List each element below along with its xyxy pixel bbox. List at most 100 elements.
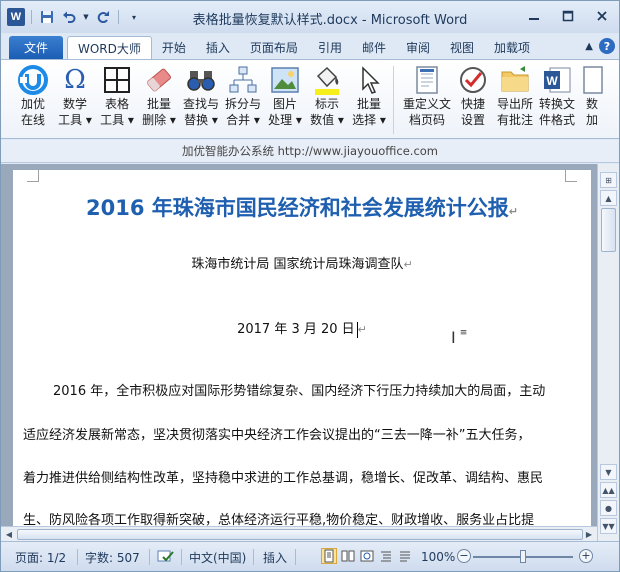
ribbon-label: 档页码 — [408, 113, 445, 127]
ribbon-label: 批量 — [146, 97, 171, 111]
checkmark-gauge-icon — [456, 64, 490, 96]
language-indicator[interactable]: 中文(中国) — [189, 548, 246, 566]
ribbon-tab-row: 文件 WORD大师 开始 插入 页面布局 引用 邮件 审阅 视图 加载项 ▲ ? — [1, 33, 619, 59]
ribbon-label: 数学 — [62, 97, 87, 111]
title-bar: W ▼ ▾ 表格批量恢复默认样式.docx - Microsoft Word — [1, 1, 619, 33]
export-comments-button[interactable]: 导出所 有批注 — [493, 64, 537, 138]
browse-object-icon[interactable]: ● — [600, 500, 617, 516]
tab-file[interactable]: 文件 — [9, 36, 63, 59]
insert-mode-indicator[interactable]: 插入 — [263, 548, 287, 566]
print-layout-view-icon[interactable] — [321, 548, 337, 564]
ribbon-label: 导出所 — [496, 97, 533, 111]
margin-corner-mark — [27, 170, 39, 182]
document-area[interactable]: 2016 年珠海市国民经济和社会发展统计公报↵ 珠海市统计局 国家统计局珠海调查… — [1, 164, 597, 541]
horizontal-scroll-thumb[interactable] — [17, 529, 583, 540]
document-page[interactable]: 2016 年珠海市国民经济和社会发展统计公报↵ 珠海市统计局 国家统计局珠海调查… — [13, 170, 591, 541]
ribbon-label: 设置 — [460, 113, 485, 127]
scroll-right-icon[interactable]: ▶ — [582, 528, 596, 541]
maximize-button[interactable] — [557, 7, 579, 25]
ribbon-label: 重定义文 — [402, 97, 451, 111]
cursor-arrow-icon — [352, 64, 386, 96]
paragraph-line: 2016 年，全市积极应对国际形势错综复杂、国内经济下行压力持续加大的局面，主动 — [53, 384, 546, 399]
image-process-button[interactable]: 图片 处理 ▾ — [263, 64, 307, 138]
full-screen-reading-view-icon[interactable] — [340, 548, 356, 564]
ribbon-label: 表格 — [104, 97, 129, 111]
ribbon-label: 数 — [585, 97, 598, 111]
page-count[interactable]: 页面: 1/2 — [15, 548, 66, 566]
convert-format-button[interactable]: W 转换文 件格式 — [535, 64, 579, 138]
promo-bar[interactable]: 加优智能办公系统 http://www.jiayouoffice.com — [1, 140, 619, 163]
scroll-left-icon[interactable]: ◀ — [2, 528, 16, 541]
document-title: 2016 年珠海市国民经济和社会发展统计公报↵ — [13, 192, 591, 222]
scroll-thumb[interactable] — [601, 208, 616, 252]
paragraph-mark: ↵ — [403, 258, 413, 271]
word-count[interactable]: 字数: 507 — [85, 548, 140, 566]
math-tools-button[interactable]: Ω 数学 工具 ▾ — [53, 64, 97, 138]
paragraph-line: 着力推进供给侧结构性改革，坚持稳中求进的工作总基调，稳增长、促改革、调结构、惠民 — [23, 471, 544, 486]
status-separator — [77, 549, 78, 565]
draft-view-icon[interactable] — [397, 548, 413, 564]
tab-home[interactable]: 开始 — [152, 36, 196, 59]
previous-page-icon[interactable]: ▲▲ — [600, 482, 617, 498]
split-merge-button[interactable]: 拆分与 合并 ▾ — [221, 64, 265, 138]
tab-view[interactable]: 视图 — [440, 36, 484, 59]
scroll-up-icon[interactable]: ▲ — [600, 190, 617, 206]
paint-bucket-icon — [310, 64, 344, 96]
minimize-button[interactable] — [523, 7, 545, 25]
ribbon-controls: ▲ ? — [585, 38, 615, 54]
picture-icon — [268, 64, 302, 96]
ribbon-label: 件格式 — [538, 113, 575, 127]
tab-references[interactable]: 引用 — [308, 36, 352, 59]
ruler-toggle-icon[interactable]: ⊞ — [600, 172, 617, 188]
tab-insert[interactable]: 插入 — [196, 36, 240, 59]
ribbon-label: 图片 — [272, 97, 297, 111]
status-separator — [149, 549, 150, 565]
find-replace-button[interactable]: 查找与 替换 ▾ — [179, 64, 223, 138]
ribbon-label: 批量 — [356, 97, 381, 111]
partial-ribbon-button[interactable]: 数 加 — [579, 64, 605, 138]
jiayou-online-button[interactable]: 加优 在线 — [11, 64, 55, 138]
document-author-text: 珠海市统计局 国家统计局珠海调查队 — [191, 257, 404, 272]
vertical-scrollbar[interactable]: ⊞ ▲ ▼ ▲▲ ● ▼▼ — [597, 164, 619, 541]
zoom-level[interactable]: 100% — [421, 548, 455, 566]
redefine-page-number-button[interactable]: 重定义文 档页码 — [401, 64, 453, 138]
ribbon-label: 快捷 — [460, 97, 485, 111]
ribbon-separator — [393, 66, 394, 134]
zoom-in-icon[interactable]: + — [579, 549, 593, 563]
document-icon — [410, 64, 444, 96]
quick-settings-button[interactable]: 快捷 设置 — [451, 64, 495, 138]
ibeam-cursor-icon: I ≡ — [451, 328, 468, 347]
paragraph-mark: ↵ — [357, 323, 367, 336]
paragraph-line: 适应经济发展新常态，坚决贯彻落实中央经济工作会议提出的“三去一降一补”五大任务， — [23, 428, 531, 443]
tab-word-master[interactable]: WORD大师 — [67, 36, 152, 59]
word-document-icon: W — [540, 64, 574, 96]
binoculars-icon — [184, 64, 218, 96]
paragraph-mark: ↵ — [508, 205, 518, 218]
margin-corner-mark — [565, 170, 577, 182]
web-layout-view-icon[interactable] — [359, 548, 375, 564]
jiayou-logo-icon — [16, 64, 50, 96]
document-title-text: 2016 年珠海市国民经济和社会发展统计公报 — [86, 196, 509, 220]
scroll-down-icon[interactable]: ▼ — [600, 464, 617, 480]
outline-view-icon[interactable] — [378, 548, 394, 564]
close-button[interactable] — [591, 7, 613, 25]
collapse-ribbon-icon[interactable]: ▲ — [585, 41, 593, 52]
zoom-slider-thumb[interactable] — [520, 550, 526, 563]
tab-page-layout[interactable]: 页面布局 — [240, 36, 308, 59]
table-tools-button[interactable]: 表格 工具 ▾ — [95, 64, 139, 138]
mark-values-button[interactable]: 标示 数值 ▾ — [305, 64, 349, 138]
document-icon — [579, 64, 605, 96]
proofing-icon[interactable] — [157, 548, 175, 566]
ribbon-label: 数值 ▾ — [310, 113, 344, 127]
batch-delete-button[interactable]: 批量 删除 ▾ — [137, 64, 181, 138]
status-separator — [181, 549, 182, 565]
help-icon[interactable]: ? — [599, 38, 615, 54]
horizontal-scrollbar[interactable]: ◀ ▶ — [1, 526, 597, 541]
ribbon-label: 在线 — [20, 113, 45, 127]
batch-select-button[interactable]: 批量 选择 ▾ — [347, 64, 391, 138]
zoom-out-icon[interactable]: − — [457, 549, 471, 563]
tab-review[interactable]: 审阅 — [396, 36, 440, 59]
tab-mailings[interactable]: 邮件 — [352, 36, 396, 59]
tab-addins[interactable]: 加载项 — [484, 36, 540, 59]
next-page-icon[interactable]: ▼▼ — [600, 518, 617, 534]
